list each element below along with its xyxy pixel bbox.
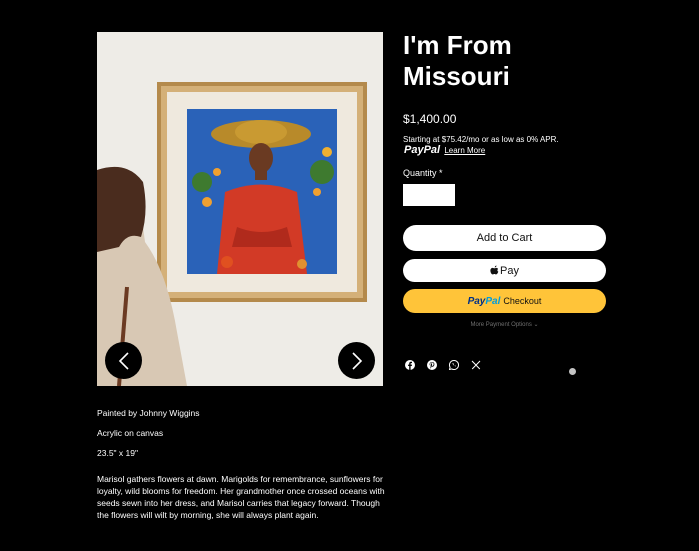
apple-icon: [490, 265, 499, 275]
product-title-line-2: Missouri: [403, 61, 510, 91]
pinterest-icon[interactable]: [426, 359, 437, 370]
more-payment-options-link[interactable]: More Payment Options ⌄: [403, 321, 606, 328]
product-description: Painted by Johnny Wiggins Acrylic on can…: [97, 407, 392, 529]
story-text: Marisol gathers flowers at dawn. Marigol…: [97, 474, 385, 520]
paypal-checkout-button[interactable]: PayPal Checkout: [403, 289, 606, 313]
size-text: 23.5" x 19": [97, 448, 139, 458]
paypal-wordmark: PayPal: [468, 296, 501, 307]
artist-credit: Painted by Johnny Wiggins: [97, 408, 200, 418]
quantity-label: Quantity *: [403, 168, 443, 178]
medium-text: Acrylic on canvas: [97, 428, 164, 438]
facebook-icon[interactable]: [404, 359, 415, 370]
gallery-next-button[interactable]: [338, 342, 375, 379]
gallery-prev-button[interactable]: [105, 342, 142, 379]
share-bar: [404, 359, 481, 370]
apple-pay-button[interactable]: Pay: [403, 259, 606, 282]
more-payment-options-label: More Payment Options: [470, 322, 532, 328]
product-title: I'm From Missouri: [403, 30, 643, 92]
paypal-wordmark-pay: Pay: [467, 295, 486, 307]
chevron-left-icon: [118, 351, 129, 370]
paypal-logo: PayPal: [404, 144, 441, 156]
chevron-down-icon: ⌄: [533, 322, 539, 328]
financing-info: Starting at $75.42/mo or as low as 0% AP…: [403, 134, 563, 156]
chevron-right-icon: [351, 351, 362, 370]
product-title-line-1: I'm From: [403, 30, 512, 60]
add-to-cart-button[interactable]: Add to Cart: [403, 225, 606, 251]
artwork-photo: [97, 32, 383, 386]
x-icon[interactable]: [470, 359, 481, 370]
paypal-checkout-label: Checkout: [503, 296, 542, 306]
learn-more-link[interactable]: Learn More: [444, 146, 485, 155]
paypal-wordmark-pal: Pal: [485, 295, 501, 307]
financing-text: Starting at $75.42/mo or as low as 0% AP…: [403, 135, 559, 144]
scroll-indicator[interactable]: [569, 368, 576, 375]
product-image-gallery: [97, 32, 383, 386]
product-price: $1,400.00: [403, 112, 457, 126]
whatsapp-icon[interactable]: [448, 359, 459, 370]
apple-pay-label: Pay: [500, 264, 519, 277]
quantity-input[interactable]: [403, 184, 455, 206]
